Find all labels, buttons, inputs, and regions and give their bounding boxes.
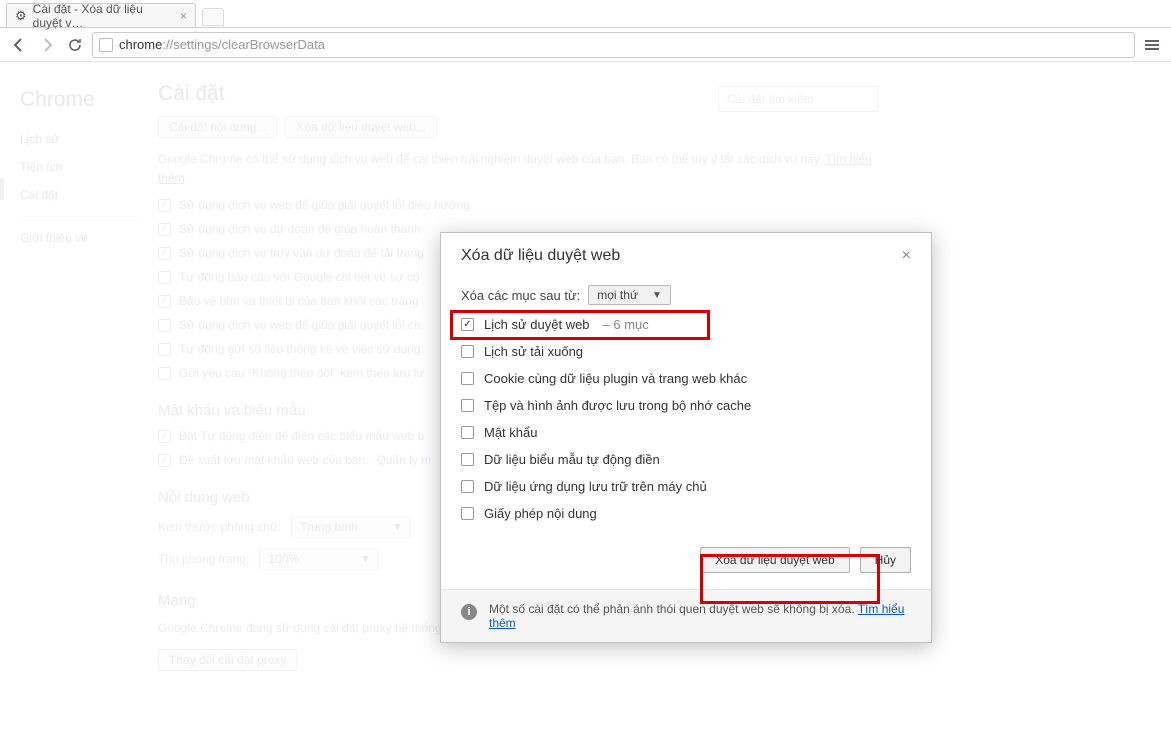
settings-search-input[interactable]: Cài đặt tìm kiếm xyxy=(718,86,878,112)
browser-menu-icon[interactable] xyxy=(1141,34,1163,56)
footer-text: Một số cài đặt có thể phản ánh thói quen… xyxy=(489,602,911,630)
checkbox-label: Sử dụng dịch vụ dự đoán để giúp hoàn thà… xyxy=(179,222,421,236)
clear-option-row: Lịch sử tải xuống xyxy=(461,344,911,359)
clear-option-row: Giấy phép nội dung xyxy=(461,506,911,521)
browser-tab[interactable]: ⚙ Cài đặt - Xóa dữ liệu duyệt v… × xyxy=(6,3,196,27)
checkbox-label: Sử dụng dịch vụ web để giúp giải quyết l… xyxy=(179,198,470,212)
checkbox[interactable] xyxy=(461,507,474,520)
privacy-checkbox-row: Sử dụng dịch vụ web để giúp giải quyết l… xyxy=(158,198,878,212)
option-label: Dữ liệu biểu mẫu tự động điền xyxy=(484,452,660,467)
url-host: ://settings xyxy=(162,37,218,52)
checkbox-label: Bảo vệ bạn và thiết bị của bạn khỏi các … xyxy=(179,294,419,308)
clear-browsing-data-dialog: Xóa dữ liệu duyệt web × Xóa các mục sau … xyxy=(440,232,932,643)
time-range-select[interactable]: mọi thứ ▼ xyxy=(588,285,671,305)
checkbox-label: Bật Tự động điền để điền các biểu mẫu we… xyxy=(179,429,424,443)
checkbox[interactable] xyxy=(461,318,474,331)
font-size-select[interactable]: Trung bình▼ xyxy=(291,516,411,538)
option-label: Lịch sử tải xuống xyxy=(484,344,583,359)
gear-icon: ⚙ xyxy=(15,8,27,24)
change-proxy-button[interactable]: Thay đổi cài đặt proxy xyxy=(158,649,297,671)
chevron-down-icon: ▼ xyxy=(652,290,662,301)
checkbox-label: Tự động báo cáo với Google chi tiết về s… xyxy=(179,270,420,284)
obliterate-from-label: Xóa các mục sau từ: xyxy=(461,288,580,303)
checkbox[interactable] xyxy=(461,372,474,385)
clear-data-confirm-button[interactable]: Xóa dữ liệu duyệt web xyxy=(700,547,849,573)
new-tab-button[interactable] xyxy=(202,8,224,26)
clear-browsing-data-button[interactable]: Xóa dữ liệu duyệt web... xyxy=(285,116,436,138)
clear-option-row: Mật khẩu xyxy=(461,425,911,440)
option-extra: – 6 mục xyxy=(603,317,649,332)
sidebar: Chrome Lịch sử Tiện ích Cài đặt Giới thi… xyxy=(20,88,140,259)
clear-option-row: Tệp và hình ảnh được lưu trong bộ nhớ ca… xyxy=(461,398,911,413)
sidebar-item-history[interactable]: Lịch sử xyxy=(20,132,140,146)
dialog-header: Xóa dữ liệu duyệt web × xyxy=(441,233,931,269)
checkbox[interactable] xyxy=(158,199,171,212)
privacy-description: Google Chrome có thể sử dụng dịch vụ web… xyxy=(158,150,878,188)
manage-link[interactable]: Quản lý m xyxy=(376,453,431,467)
page-zoom-select[interactable]: 100%▼ xyxy=(259,548,379,570)
option-label: Giấy phép nội dung xyxy=(484,506,597,521)
close-icon[interactable]: × xyxy=(902,247,911,265)
browser-toolbar: chrome://settings/clearBrowserData xyxy=(0,28,1171,62)
close-tab-icon[interactable]: × xyxy=(180,9,187,23)
option-label: Tệp và hình ảnh được lưu trong bộ nhớ ca… xyxy=(484,398,751,413)
chevron-down-icon: ▼ xyxy=(361,554,371,565)
option-label: Mật khẩu xyxy=(484,425,537,440)
sidebar-item-about[interactable]: Giới thiệu về xyxy=(20,231,140,245)
settings-page: Chrome Lịch sử Tiện ích Cài đặt Giới thi… xyxy=(0,62,1171,729)
checkbox[interactable] xyxy=(461,345,474,358)
page-zoom-label: Thu phóng trang: xyxy=(158,552,249,566)
checkbox-label: Sử dụng dịch vụ web để giúp giải quyết l… xyxy=(179,318,421,332)
font-size-label: Kích thước phông chữ: xyxy=(158,520,281,534)
dialog-body: Xóa các mục sau từ: mọi thứ ▼ Lịch sử du… xyxy=(441,269,931,537)
sidebar-item-extensions[interactable]: Tiện ích xyxy=(20,160,140,174)
checkbox[interactable] xyxy=(158,223,171,236)
info-icon: i xyxy=(461,604,477,620)
privacy-buttons: Cài đặt nội dung... Xóa dữ liệu duyệt we… xyxy=(158,116,878,138)
checkbox[interactable] xyxy=(461,426,474,439)
sidebar-separator xyxy=(20,216,140,217)
clear-option-row: Lịch sử duyệt web – 6 mục xyxy=(461,317,911,332)
sidebar-active-indicator xyxy=(0,178,4,200)
page-icon xyxy=(99,38,113,52)
dialog-actions: Xóa dữ liệu duyệt web Hủy xyxy=(441,537,931,589)
clear-option-row: Dữ liệu ứng dụng lưu trữ trên máy chủ xyxy=(461,479,911,494)
checkbox-label: Đề xuất lưu mật khẩu web của bạn. xyxy=(179,453,368,467)
sidebar-item-settings[interactable]: Cài đặt xyxy=(20,188,140,202)
url-scheme: chrome xyxy=(119,37,162,52)
browser-tab-strip: ⚙ Cài đặt - Xóa dữ liệu duyệt v… × xyxy=(0,0,1171,28)
dialog-footer: i Một số cài đặt có thể phản ánh thói qu… xyxy=(441,589,931,642)
checkbox-label: Tự động gửi số liệu thống kê về việc sử … xyxy=(179,342,421,356)
checkbox[interactable] xyxy=(158,247,171,260)
reload-button[interactable] xyxy=(64,34,86,56)
content-settings-button[interactable]: Cài đặt nội dung... xyxy=(158,116,277,138)
option-label: Dữ liệu ứng dụng lưu trữ trên máy chủ xyxy=(484,479,707,494)
tab-title: Cài đặt - Xóa dữ liệu duyệt v… xyxy=(33,2,172,30)
url-path: /clearBrowserData xyxy=(218,37,325,52)
checkbox[interactable] xyxy=(158,343,171,356)
option-label: Cookie cùng dữ liệu plugin và trang web … xyxy=(484,371,747,386)
checkbox[interactable] xyxy=(461,399,474,412)
checkbox-label: Sử dụng dịch vụ truy vấn dự đoán để tải … xyxy=(179,246,424,260)
chevron-down-icon: ▼ xyxy=(392,522,402,533)
checkbox[interactable] xyxy=(158,367,171,380)
checkbox[interactable] xyxy=(461,480,474,493)
dialog-title: Xóa dữ liệu duyệt web xyxy=(461,247,620,265)
address-bar[interactable]: chrome://settings/clearBrowserData xyxy=(92,32,1135,58)
checkbox-label: Gửi yêu cầu "Không theo dõi" kèm theo lư… xyxy=(179,366,424,380)
option-label: Lịch sử duyệt web xyxy=(484,317,590,332)
checkbox[interactable] xyxy=(158,271,171,284)
checkbox[interactable] xyxy=(461,453,474,466)
forward-button[interactable] xyxy=(36,34,58,56)
back-button[interactable] xyxy=(8,34,30,56)
checkbox[interactable] xyxy=(158,319,171,332)
checkbox[interactable] xyxy=(158,454,171,467)
brand-title: Chrome xyxy=(20,88,140,112)
clear-option-row: Dữ liệu biểu mẫu tự động điền xyxy=(461,452,911,467)
checkbox[interactable] xyxy=(158,295,171,308)
checkbox[interactable] xyxy=(158,430,171,443)
clear-option-row: Cookie cùng dữ liệu plugin và trang web … xyxy=(461,371,911,386)
cancel-button[interactable]: Hủy xyxy=(860,547,911,573)
obliterate-from-row: Xóa các mục sau từ: mọi thứ ▼ xyxy=(461,285,911,305)
